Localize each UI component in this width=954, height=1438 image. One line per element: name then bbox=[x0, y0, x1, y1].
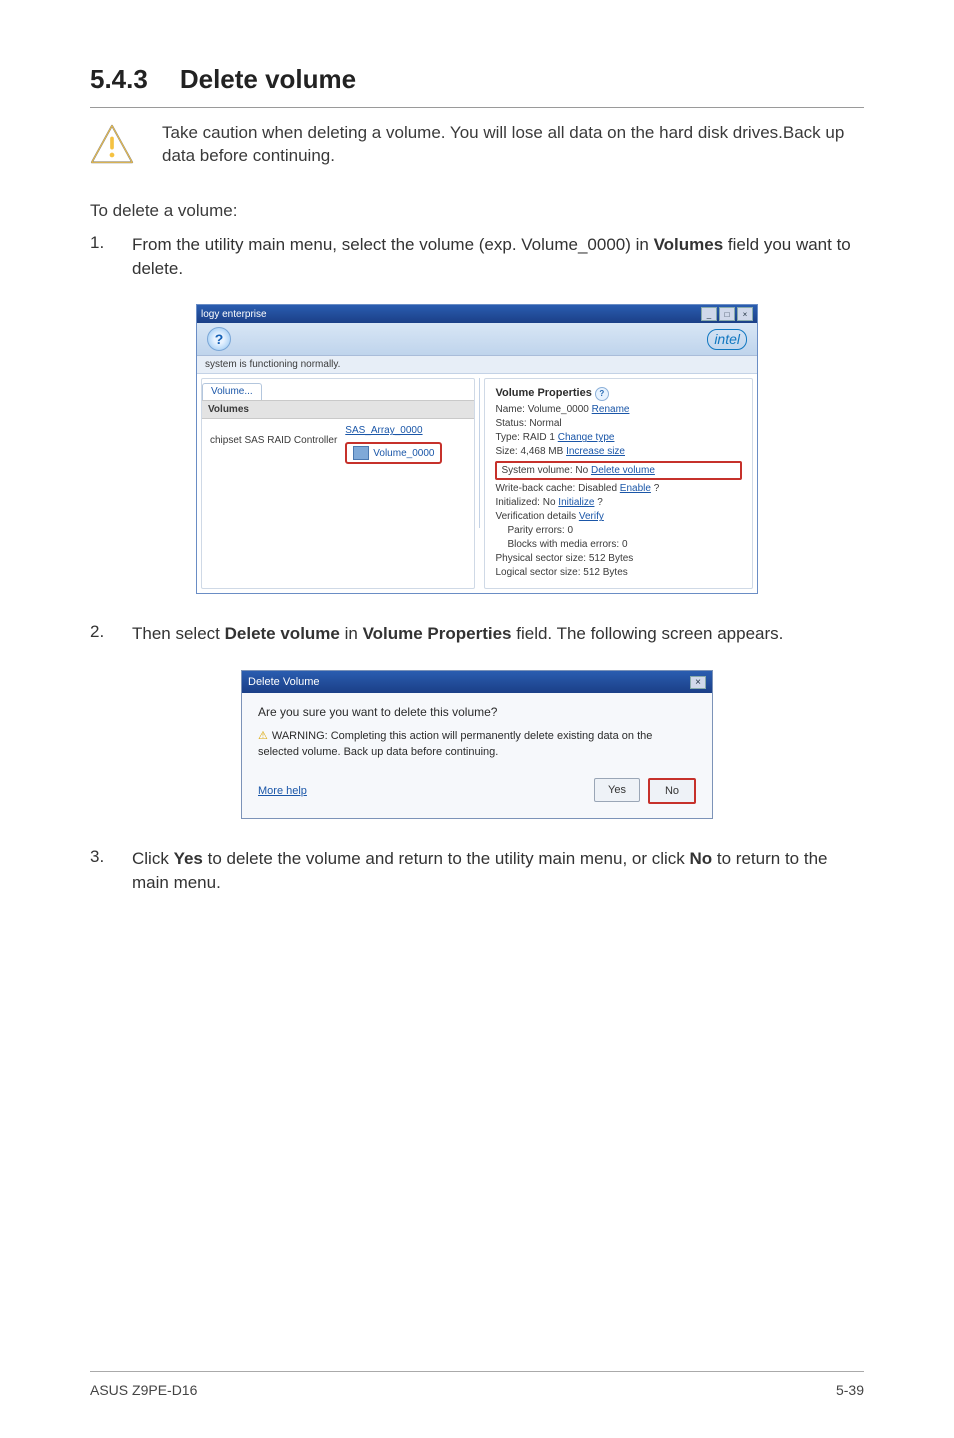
initialize-link[interactable]: Initialize bbox=[558, 497, 594, 508]
step3-p1: Click bbox=[132, 849, 174, 868]
prop-phys-sector: Physical sector size: 512 Bytes bbox=[495, 553, 742, 564]
no-button[interactable]: No bbox=[648, 778, 696, 804]
increase-size-link[interactable]: Increase size bbox=[566, 446, 625, 457]
minimize-icon[interactable]: _ bbox=[701, 307, 717, 321]
prop-status: Status: Normal bbox=[495, 418, 742, 429]
step3-b1: Yes bbox=[174, 849, 203, 868]
section-number: 5.4.3 bbox=[90, 64, 148, 95]
window-controls: _ □ × bbox=[701, 307, 753, 321]
delete-dialog: Delete Volume × Are you sure you want to… bbox=[241, 670, 713, 819]
init-help-icon[interactable]: ? bbox=[597, 497, 603, 508]
step-body: Click Yes to delete the volume and retur… bbox=[132, 847, 864, 895]
help-icon[interactable]: ? bbox=[207, 327, 231, 351]
prop-size: Size: 4,468 MB Increase size bbox=[495, 446, 742, 457]
step2-b1: Delete volume bbox=[225, 624, 340, 643]
sas-array-link[interactable]: SAS_Array_0000 bbox=[345, 425, 466, 436]
volumes-column-header: Volumes bbox=[202, 400, 474, 419]
status-band: system is functioning normally. bbox=[197, 356, 757, 374]
maximize-icon[interactable]: □ bbox=[719, 307, 735, 321]
verify-link[interactable]: Verify bbox=[579, 511, 604, 522]
volume-icon bbox=[353, 446, 369, 460]
step1-bold: Volumes bbox=[654, 235, 724, 254]
page-footer: ASUS Z9PE-D16 5-39 bbox=[90, 1371, 864, 1398]
step2-pre: Then select bbox=[132, 624, 225, 643]
wbc-help-icon[interactable]: ? bbox=[654, 483, 660, 494]
pane-divider[interactable] bbox=[479, 378, 480, 528]
step2-b2: Volume Properties bbox=[363, 624, 512, 643]
prop-initialized: Initialized: No Initialize ? bbox=[495, 497, 742, 508]
caution-icon bbox=[90, 122, 134, 171]
step3-b2: No bbox=[690, 849, 713, 868]
caution-note: Take caution when deleting a volume. You… bbox=[90, 122, 864, 171]
step-2: 2. Then select Delete volume in Volume P… bbox=[90, 622, 864, 646]
dialog-warning: ⚠WARNING: Completing this action will pe… bbox=[258, 729, 696, 760]
prop-type: Type: RAID 1 Change type bbox=[495, 432, 742, 443]
volume-tab[interactable]: Volume... bbox=[202, 383, 262, 400]
prop-system-volume: System volume: No Delete volume bbox=[501, 465, 736, 476]
left-pane: Volume... Volumes chipset SAS RAID Contr… bbox=[201, 378, 475, 589]
step-3: 3. Click Yes to delete the volume and re… bbox=[90, 847, 864, 895]
controller-label: chipset SAS RAID Controller bbox=[210, 425, 337, 446]
rename-link[interactable]: Rename bbox=[592, 404, 630, 415]
step1-pre: From the utility main menu, select the v… bbox=[132, 235, 654, 254]
props-help-icon[interactable]: ? bbox=[595, 387, 609, 401]
prop-write-back-cache: Write-back cache: Disabled Enable ? bbox=[495, 483, 742, 494]
change-type-link[interactable]: Change type bbox=[558, 432, 615, 443]
dialog-warning-text: WARNING: Completing this action will per… bbox=[258, 730, 652, 757]
step-1: 1. From the utility main menu, select th… bbox=[90, 233, 864, 281]
dialog-title: Delete Volume bbox=[248, 676, 320, 688]
properties-pane: Volume Properties? Name: Volume_0000 Ren… bbox=[484, 378, 753, 589]
props-title: Volume Properties? bbox=[495, 387, 742, 401]
yes-button[interactable]: Yes bbox=[594, 778, 640, 802]
step2-mid: in bbox=[340, 624, 363, 643]
footer-page-number: 5-39 bbox=[836, 1382, 864, 1398]
section-title: Delete volume bbox=[180, 64, 356, 95]
dialog-close-icon[interactable]: × bbox=[690, 676, 706, 689]
step-body: Then select Delete volume in Volume Prop… bbox=[132, 622, 864, 646]
prop-verification: Verification details Verify bbox=[495, 511, 742, 522]
footer-product: ASUS Z9PE-D16 bbox=[90, 1382, 197, 1398]
caution-text: Take caution when deleting a volume. You… bbox=[162, 122, 864, 168]
intel-logo: intel bbox=[707, 329, 747, 350]
prop-log-sector: Logical sector size: 512 Bytes bbox=[495, 567, 742, 578]
step3-p2: to delete the volume and return to the u… bbox=[203, 849, 690, 868]
app-window: logy enterprise _ □ × ? intel system is … bbox=[196, 304, 758, 594]
step2-post: field. The following screen appears. bbox=[512, 624, 784, 643]
intro-text: To delete a volume: bbox=[90, 199, 864, 223]
section-heading: 5.4.3 Delete volume bbox=[90, 64, 864, 108]
warning-icon: ⚠ bbox=[258, 730, 268, 742]
step-body: From the utility main menu, select the v… bbox=[132, 233, 864, 281]
app-titlebar: logy enterprise _ □ × bbox=[197, 305, 757, 323]
prop-parity: Parity errors: 0 bbox=[507, 525, 742, 536]
volume-chip[interactable]: Volume_0000 bbox=[345, 442, 442, 464]
app-title: logy enterprise bbox=[201, 309, 267, 320]
prop-blocks: Blocks with media errors: 0 bbox=[507, 539, 742, 550]
delete-volume-link[interactable]: Delete volume bbox=[591, 465, 655, 476]
dialog-question: Are you sure you want to delete this vol… bbox=[258, 705, 696, 719]
props-title-text: Volume Properties bbox=[495, 387, 591, 399]
delete-volume-highlight: System volume: No Delete volume bbox=[495, 461, 742, 480]
prop-name: Name: Volume_0000 Rename bbox=[495, 404, 742, 415]
enable-link[interactable]: Enable bbox=[620, 483, 651, 494]
step-number: 2. bbox=[90, 622, 108, 646]
close-icon[interactable]: × bbox=[737, 307, 753, 321]
more-help-link[interactable]: More help bbox=[258, 785, 307, 797]
step-number: 3. bbox=[90, 847, 108, 895]
volume-chip-label: Volume_0000 bbox=[373, 448, 434, 459]
dialog-titlebar: Delete Volume × bbox=[242, 671, 712, 693]
app-header: ? intel bbox=[197, 323, 757, 356]
step-number: 1. bbox=[90, 233, 108, 281]
